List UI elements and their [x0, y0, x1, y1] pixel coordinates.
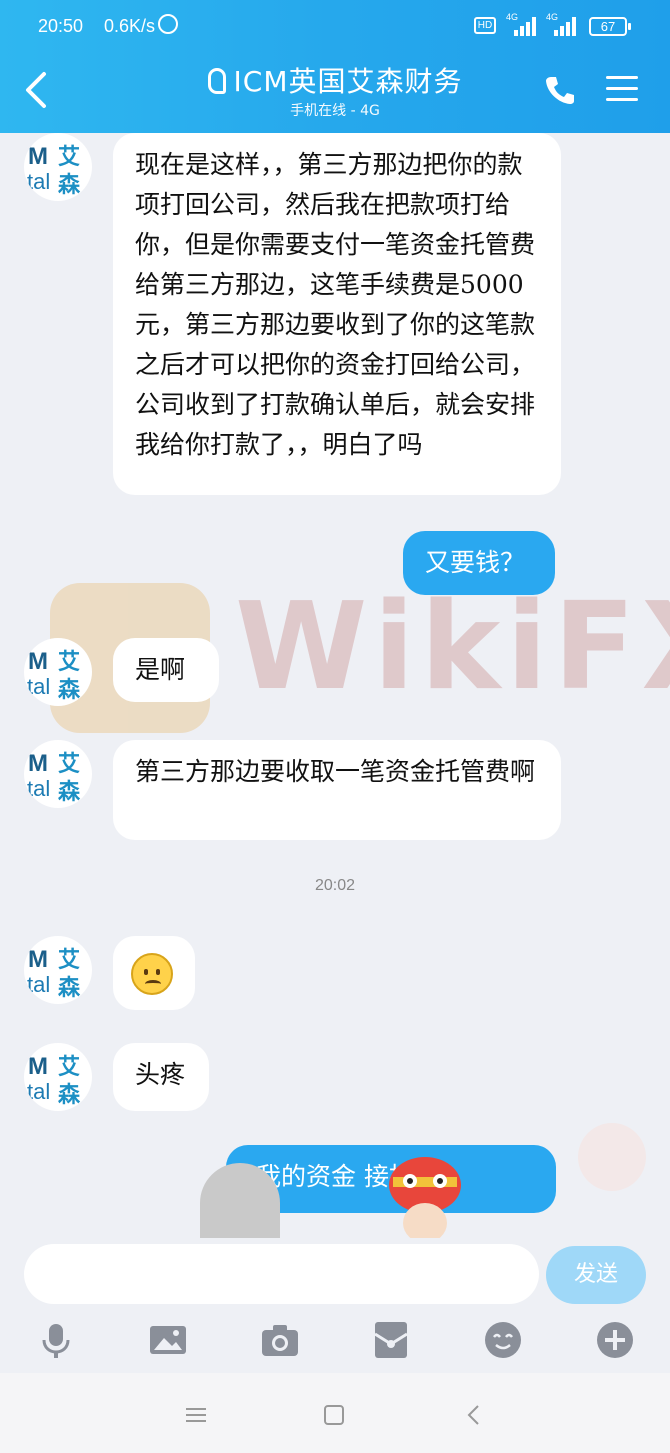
input-bar: 发送 — [0, 1238, 670, 1308]
system-nav-bar — [0, 1373, 670, 1453]
plus-icon[interactable] — [595, 1320, 635, 1360]
message-bubble-outgoing[interactable]: 又要钱？ — [403, 531, 555, 595]
frowning-face-icon — [131, 953, 173, 995]
phone-icon[interactable] — [544, 74, 576, 106]
camera-icon[interactable] — [260, 1320, 300, 1360]
alarm-icon — [158, 14, 178, 34]
send-button[interactable]: 发送 — [546, 1246, 646, 1304]
back-nav-icon[interactable] — [462, 1403, 486, 1427]
status-time: 20:50 — [38, 16, 84, 36]
ear-icon — [207, 68, 226, 94]
home-nav-icon[interactable] — [322, 1403, 346, 1427]
contact-avatar[interactable]: M艾 tal 森 — [24, 740, 92, 808]
time-separator: 20:02 — [314, 877, 356, 894]
message-bubble[interactable]: 头疼 — [113, 1043, 209, 1111]
contact-avatar[interactable]: M艾 tal 森 — [24, 1043, 92, 1111]
message-bubble[interactable]: 现在是这样，，第三方那边把你的款项打回公司，然后我在把款项打给你，但是你需要支付… — [113, 133, 561, 495]
menu-icon[interactable] — [606, 74, 638, 104]
contact-avatar[interactable]: M艾 tal 森 — [24, 133, 92, 201]
message-input[interactable] — [24, 1244, 539, 1304]
contact-avatar[interactable]: M艾 tal 森 — [24, 936, 92, 1004]
contact-avatar[interactable]: M艾 tal 森 — [24, 638, 92, 706]
chat-header: 20:50 0.6K/s HD 4G 4G 67 ICM英国艾森财务 手机在线 … — [0, 0, 670, 133]
battery-indicator: 67 — [589, 17, 631, 36]
contact-name: ICM英国艾森财务 — [233, 65, 463, 98]
network-speed: 0.6K/s — [104, 16, 156, 36]
lion-dance-sticker-icon — [389, 1157, 461, 1238]
watermark-text: WikiFX — [235, 578, 670, 717]
cat-sticker-icon — [200, 1163, 280, 1238]
self-avatar[interactable] — [578, 1123, 646, 1191]
message-bubble[interactable]: 第三方那边要收取一笔资金托管费啊 — [113, 740, 561, 840]
input-toolbar — [0, 1308, 670, 1373]
status-bar: 20:50 0.6K/s HD 4G 4G 67 — [0, 0, 670, 50]
chat-area[interactable]: WikiFX M艾 tal森 现在是这样，，第三方那边把你的款项打回公司，然后我… — [0, 133, 670, 1238]
red-packet-icon[interactable] — [371, 1320, 411, 1360]
microphone-icon[interactable] — [36, 1320, 76, 1360]
signal-icon — [514, 16, 538, 36]
hd-badge: HD — [474, 17, 496, 34]
message-bubble[interactable]: 是啊 — [113, 638, 219, 702]
menu-nav-icon[interactable] — [184, 1403, 208, 1427]
emoji-icon[interactable] — [483, 1320, 523, 1360]
signal-icon-2 — [554, 16, 578, 36]
image-icon[interactable] — [148, 1320, 188, 1360]
